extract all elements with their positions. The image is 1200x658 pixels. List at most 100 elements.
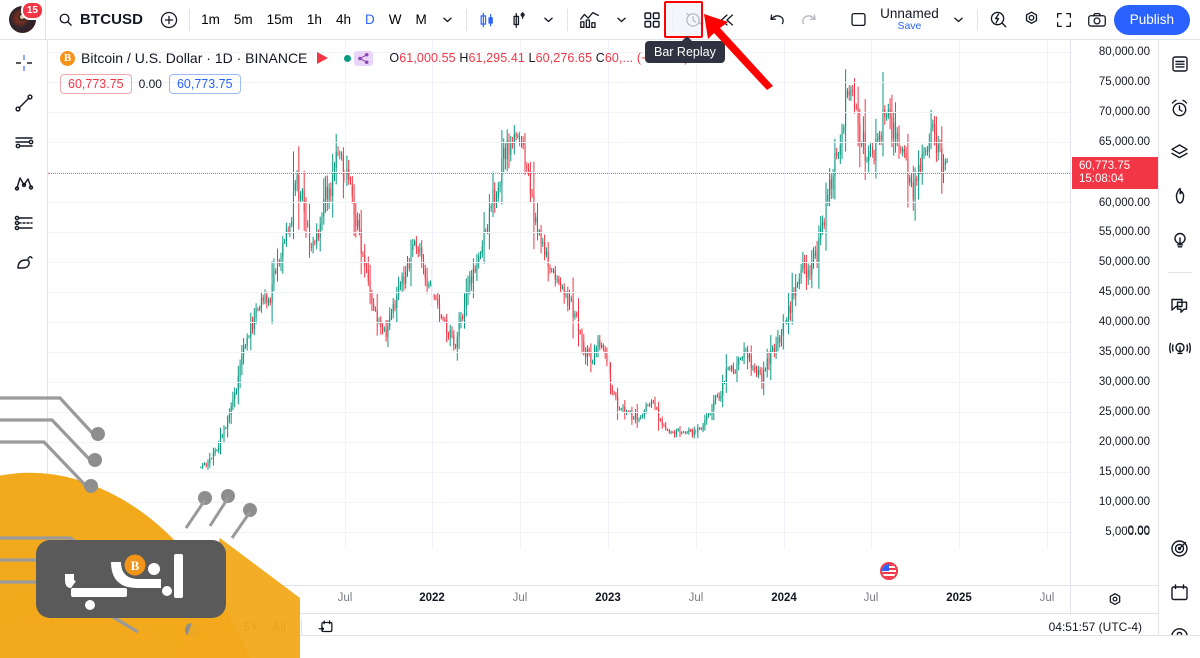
chevron-down-icon — [617, 17, 627, 23]
chart-style-dropdown-button[interactable] — [535, 5, 563, 35]
undo-button[interactable] — [761, 5, 793, 35]
current-price-badge: 60,773.75 15:08:04 — [1072, 157, 1158, 189]
share-chip[interactable] — [354, 50, 374, 66]
snapshot-button[interactable] — [1080, 5, 1114, 35]
right-toolbar — [1158, 40, 1200, 658]
svg-text:B: B — [130, 558, 139, 573]
price-axis[interactable]: 80,000.00 75,000.00 70,000.00 65,000.00 … — [1070, 40, 1158, 585]
hotlist-button[interactable] — [1165, 182, 1195, 210]
indicators-dropdown-button[interactable] — [608, 5, 636, 35]
chart-style-candles-button[interactable] — [471, 5, 503, 35]
legend-value-blue[interactable]: 60,773.75 — [168, 74, 241, 94]
axis-settings-button[interactable] — [1070, 585, 1158, 613]
pitchfork-pattern-icon — [14, 177, 33, 191]
legend-value-red[interactable]: 60,773.75 — [60, 74, 132, 94]
symbol-label: BTCUSD — [80, 11, 144, 28]
chart-pane[interactable] — [48, 40, 1070, 550]
ohlc-open-value: 61,000.55 — [399, 51, 456, 65]
goto-date-icon — [318, 619, 333, 632]
settings-button[interactable] — [1015, 5, 1048, 35]
chart-title[interactable]: Bitcoin / U.S. Dollar · 1D · BINANCE — [81, 50, 307, 66]
brush-draw-tool[interactable] — [7, 248, 41, 278]
symbol-search-button[interactable]: BTCUSD — [46, 3, 153, 37]
layout-dropdown-button[interactable] — [945, 5, 973, 35]
price-tick-zero: 0.00 — [1127, 525, 1150, 537]
add-symbol-button[interactable] — [153, 5, 185, 35]
legend-toggles[interactable] — [344, 50, 374, 66]
timeframe-5m[interactable]: 5m — [227, 6, 260, 34]
timeframe-m[interactable]: M — [408, 6, 433, 34]
chat-bubble-icon — [1171, 298, 1188, 313]
visibility-dot-icon — [344, 54, 352, 62]
trend-line-icon — [14, 94, 33, 112]
watermark-logo: B — [36, 540, 226, 618]
price-tick: 40,000.00 — [1098, 316, 1150, 328]
timeframe-4h[interactable]: 4h — [329, 6, 358, 34]
templates-button[interactable] — [636, 5, 668, 35]
fullscreen-button[interactable] — [1048, 5, 1080, 35]
fib-tools-icon — [14, 215, 33, 231]
bar-replay-tooltip: Bar Replay — [645, 36, 725, 63]
chat-button[interactable] — [1165, 291, 1195, 319]
trend-line-tool[interactable] — [7, 88, 41, 118]
us-flag-event-icon[interactable] — [880, 562, 898, 580]
layout-square-icon — [851, 12, 866, 27]
user-avatar-button[interactable]: 15 — [0, 0, 46, 40]
range-1y[interactable]: 1Y — [208, 620, 237, 634]
timeframe-1m[interactable]: 1m — [194, 6, 227, 34]
brush-draw-icon — [16, 256, 33, 269]
fib-tools-tool[interactable] — [7, 208, 41, 238]
indicators-button[interactable] — [572, 5, 608, 35]
watchlist-button[interactable] — [1165, 50, 1195, 78]
range-5y[interactable]: 5Y — [237, 620, 266, 634]
timeframe-1h[interactable]: 1h — [300, 6, 329, 34]
timeframe-dropdown-button[interactable] — [434, 5, 462, 35]
chevron-down-icon — [544, 17, 554, 23]
timeframe-d[interactable]: D — [358, 6, 382, 34]
time-tick: Jul — [688, 592, 704, 604]
layout-title: Unnamed — [880, 5, 939, 21]
red-flag-icon — [317, 52, 329, 64]
price-tick: 30,000.00 — [1098, 376, 1150, 388]
watchlist-icon — [1171, 56, 1188, 72]
notification-badge: 15 — [20, 0, 44, 20]
redo-button[interactable] — [793, 5, 825, 35]
ohlc-values: O61,000.55 H61,295.41 L60,276.65 C60,...… — [389, 51, 688, 65]
divider — [671, 8, 673, 31]
cross-cursor-tool[interactable] — [7, 48, 41, 78]
goals-button[interactable] — [1165, 534, 1195, 562]
calendar-button[interactable] — [1165, 578, 1195, 606]
layout-select-button[interactable] — [843, 5, 874, 35]
goto-date-button[interactable] — [310, 618, 342, 636]
alerts-button[interactable] — [1165, 94, 1195, 122]
data-window-layers-icon — [1171, 143, 1188, 158]
bitcoin-icon: B — [60, 50, 75, 66]
layout-save-link[interactable]: Save — [897, 21, 921, 32]
bar-style-button[interactable] — [503, 5, 535, 35]
gear-icon — [1109, 592, 1120, 605]
ohlc-close-value: 60,... — [604, 51, 634, 65]
current-price-value: 60,773.75 — [1079, 160, 1131, 172]
timeframe-15m[interactable]: 15m — [260, 6, 300, 34]
fullscreen-icon — [1056, 12, 1071, 27]
ideas-lightbulb-icon — [1173, 232, 1186, 248]
tradingview-chart-app: 15 BTCUSD 1m 5m 15m 1h 4h D W M Unnamed … — [0, 0, 1200, 658]
range-all[interactable]: All — [265, 620, 292, 634]
ideas-button[interactable] — [1165, 226, 1195, 254]
ohlc-open-label: O — [389, 51, 400, 65]
price-tick: 15,000.00 — [1098, 466, 1150, 478]
candlestick-series — [200, 69, 948, 470]
chart-layout-name[interactable]: Unnamed Save — [874, 5, 945, 32]
bar-replay-button[interactable] — [711, 5, 743, 35]
quick-search-button[interactable] — [982, 5, 1015, 35]
horizontal-lines-tool[interactable] — [7, 128, 41, 158]
price-tick: 70,000.00 — [1098, 106, 1150, 118]
price-tick: 80,000.00 — [1098, 46, 1150, 58]
pitchfork-pattern-tool[interactable] — [7, 168, 41, 198]
gear-icon — [1025, 11, 1037, 24]
streams-button[interactable] — [1165, 335, 1195, 363]
data-window-button[interactable] — [1165, 138, 1195, 166]
publish-button[interactable]: Publish — [1113, 4, 1190, 35]
alert-button[interactable] — [677, 5, 711, 35]
timeframe-w[interactable]: W — [382, 6, 409, 34]
